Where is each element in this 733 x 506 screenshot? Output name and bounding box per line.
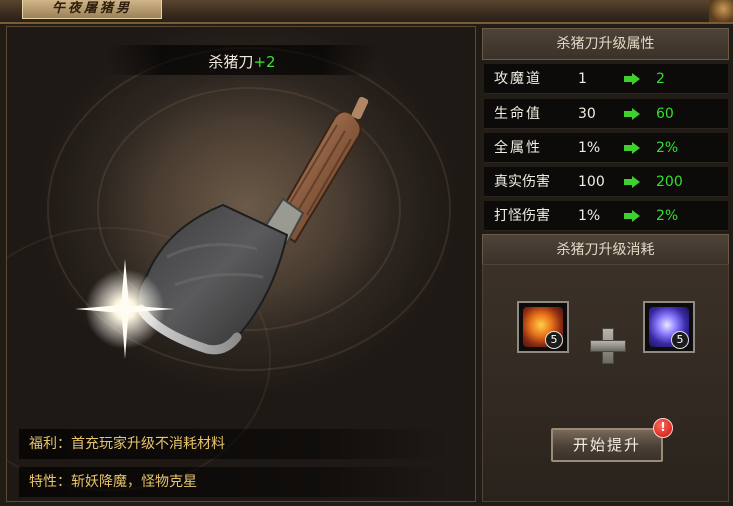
stat-row: 攻魔道 1 2	[484, 64, 728, 94]
alert-badge-icon: !	[653, 418, 673, 438]
plus-icon	[590, 328, 626, 364]
trait-label: 特性：	[29, 474, 71, 490]
stat-name: 攻魔道	[494, 71, 542, 87]
cleaver-icon	[75, 96, 369, 359]
upgrade-side-panel: 杀猪刀升级属性 攻魔道 1 2 生命值 30 60 全属性 1% 2% 真实伤害…	[482, 26, 729, 502]
item-level-bonus: +2	[253, 53, 276, 71]
start-upgrade-button[interactable]: 开始提升	[551, 428, 663, 462]
stat-current: 100	[578, 174, 605, 190]
material-count: 5	[545, 331, 563, 349]
stat-next: 200	[656, 174, 683, 190]
stat-name: 真实伤害	[494, 174, 550, 190]
attributes-header: 杀猪刀升级属性	[482, 28, 729, 60]
stat-row: 全属性 1% 2%	[484, 133, 728, 163]
benefit-text: 首充玩家升级不消耗材料	[71, 436, 225, 452]
trait-line: 特性：斩妖降魔，怪物克星	[19, 467, 449, 497]
stat-next: 2%	[656, 208, 679, 224]
stat-name: 生命值	[494, 106, 542, 122]
item-name: 杀猪刀+2	[107, 51, 377, 72]
cost-header: 杀猪刀升级消耗	[482, 234, 729, 266]
material-count: 5	[671, 331, 689, 349]
arrow-right-icon	[624, 142, 640, 154]
stat-name: 全属性	[494, 140, 542, 156]
window-title: 午夜屠猪男	[22, 0, 162, 19]
stat-next: 60	[656, 106, 674, 122]
stat-row: 真实伤害 100 200	[484, 167, 728, 197]
window-titlebar: 午夜屠猪男	[0, 0, 733, 24]
corner-ornament-icon	[709, 0, 733, 22]
stat-next: 2%	[656, 140, 679, 156]
material-slot[interactable]: 5	[643, 301, 695, 353]
benefit-line: 福利：首充玩家升级不消耗材料	[19, 429, 449, 459]
stat-current: 30	[578, 106, 596, 122]
item-preview-panel: 杀猪刀+2 福利：首充玩家升级不消耗材料 特性：斩妖降魔，怪物克星	[6, 26, 476, 502]
material-slot[interactable]: 5	[517, 301, 569, 353]
arrow-right-icon	[624, 176, 640, 188]
arrow-right-icon	[624, 73, 640, 85]
stat-current: 1%	[578, 140, 601, 156]
arrow-right-icon	[624, 210, 640, 222]
upgrade-window: 午夜屠猪男 杀猪刀+2 福利：首充玩家升级不消耗材料 特性：斩妖降魔，怪物克星 …	[0, 0, 733, 506]
stat-row: 打怪伤害 1% 2%	[484, 201, 728, 231]
stat-name: 打怪伤害	[494, 208, 550, 224]
trait-text: 斩妖降魔，怪物克星	[71, 474, 197, 490]
cost-area: 5 5 开始提升 !	[482, 264, 729, 502]
item-name-bar: 杀猪刀+2	[107, 45, 377, 75]
stat-current: 1%	[578, 208, 601, 224]
benefit-label: 福利：	[29, 436, 71, 452]
stat-row: 生命值 30 60	[484, 99, 728, 129]
stat-current: 1	[578, 71, 587, 87]
stat-next: 2	[656, 71, 665, 87]
arrow-right-icon	[624, 108, 640, 120]
item-name-label: 杀猪刀	[208, 53, 254, 71]
